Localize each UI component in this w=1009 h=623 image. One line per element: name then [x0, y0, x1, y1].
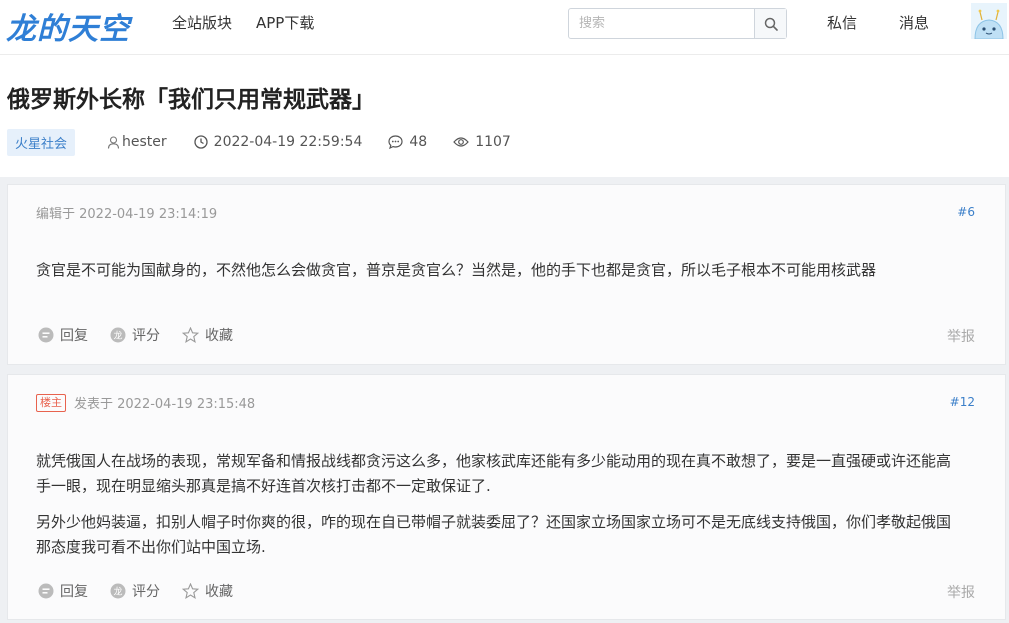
thread-title: 俄罗斯外长称「我们只用常规武器」 — [7, 87, 375, 113]
avatar-image — [971, 3, 1007, 39]
post-content: 贪官是不可能为国献身的，不然他怎么会做贪官，普京是贪官么？当然是，他的手下也都是… — [36, 258, 956, 294]
post-datetime: 2022-04-19 22:59:54 — [213, 134, 363, 150]
report-button[interactable]: 举报 — [947, 582, 975, 602]
author-info[interactable]: hester — [107, 134, 167, 150]
post-header: 编辑于 2022-04-19 23:14:19 — [36, 203, 217, 222]
post-header: 楼主 发表于 2022-04-19 23:15:48 — [36, 393, 255, 412]
post-meta: 发表于 2022-04-19 23:15:48 — [74, 397, 256, 412]
nav-all-boards[interactable]: 全站版块 — [172, 12, 232, 33]
author-name: hester — [122, 134, 167, 150]
search-icon — [764, 17, 778, 31]
favorite-button[interactable]: 收藏 — [182, 581, 233, 601]
post-actions: 回复 龙 评分 收藏 — [38, 581, 255, 601]
op-badge: 楼主 — [36, 393, 66, 412]
reply-icon — [38, 583, 54, 599]
post-time: 2022-04-19 22:59:54 — [194, 134, 363, 150]
post-item: 楼主 发表于 2022-04-19 23:15:48 #12 就凭俄国人在战场的… — [7, 374, 1006, 620]
reply-label: 回复 — [60, 584, 88, 600]
svg-text:龙: 龙 — [113, 330, 122, 342]
view-count: 1107 — [453, 134, 511, 150]
svg-text:龙: 龙 — [113, 586, 122, 598]
reply-button[interactable]: 回复 — [38, 581, 88, 601]
post-actions: 回复 龙 评分 收藏 — [38, 325, 255, 345]
post-paragraph: 贪官是不可能为国献身的，不然他怎么会做贪官，普京是贪官么？当然是，他的手下也都是… — [36, 261, 877, 279]
post-item: 编辑于 2022-04-19 23:14:19 #6 贪官是不可能为国献身的，不… — [7, 184, 1006, 365]
floor-number[interactable]: #6 — [957, 205, 975, 219]
search-input[interactable] — [569, 9, 755, 38]
eye-icon — [453, 137, 469, 147]
private-messages-link[interactable]: 私信 — [827, 12, 857, 33]
search-box — [568, 8, 787, 39]
thread-meta: 火星社会 hester 2022-04-19 22:59:54 48 1107 — [7, 128, 511, 156]
top-header: 龙的天空 全站版块 APP下载 私信 消息 — [0, 0, 1009, 55]
floor-number[interactable]: #12 — [950, 395, 975, 409]
post-content: 就凭俄国人在战场的表现，常规军备和情报战线都贪污这么多，他家核武库还能有多少能动… — [36, 449, 956, 571]
star-icon — [182, 583, 199, 599]
reply-button[interactable]: 回复 — [38, 325, 88, 345]
user-icon — [107, 135, 120, 149]
favorite-label: 收藏 — [205, 584, 233, 600]
comment-count-value: 48 — [409, 134, 428, 150]
comment-icon — [388, 135, 403, 149]
favorite-button[interactable]: 收藏 — [182, 325, 233, 345]
post-paragraph: 另外少他妈装逼，扣别人帽子时你爽的很，咋的现在自已带帽子就装委屈了？还国家立场国… — [36, 513, 952, 556]
reply-label: 回复 — [60, 328, 88, 344]
clock-icon — [194, 135, 208, 149]
rate-icon: 龙 — [110, 327, 126, 343]
report-button[interactable]: 举报 — [947, 326, 975, 346]
rate-label: 评分 — [132, 584, 160, 600]
rate-button[interactable]: 龙 评分 — [110, 581, 160, 601]
site-logo[interactable]: 龙的天空 — [6, 4, 130, 48]
star-icon — [182, 327, 199, 343]
post-meta: 编辑于 2022-04-19 23:14:19 — [36, 207, 218, 222]
rate-icon: 龙 — [110, 583, 126, 599]
nav-app-download[interactable]: APP下载 — [256, 12, 314, 33]
rate-button[interactable]: 龙 评分 — [110, 325, 160, 345]
post-paragraph: 就凭俄国人在战场的表现，常规军备和情报战线都贪污这么多，他家核武库还能有多少能动… — [36, 452, 952, 495]
category-tag[interactable]: 火星社会 — [7, 128, 76, 156]
rate-label: 评分 — [132, 328, 160, 344]
favorite-label: 收藏 — [205, 328, 233, 344]
notifications-link[interactable]: 消息 — [899, 12, 929, 33]
user-avatar[interactable] — [971, 3, 1007, 39]
view-count-value: 1107 — [475, 134, 511, 150]
reply-icon — [38, 327, 54, 343]
search-button[interactable] — [754, 9, 786, 38]
comment-count: 48 — [388, 134, 427, 150]
